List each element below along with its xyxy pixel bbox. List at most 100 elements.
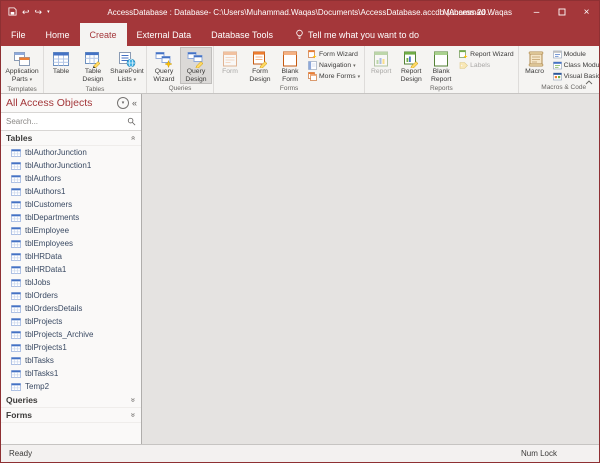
table-icon bbox=[11, 187, 21, 196]
table-icon bbox=[11, 291, 21, 300]
tell-me-box[interactable]: Tell me what you want to do bbox=[295, 23, 419, 46]
query-wizard-button[interactable]: Query Wizard bbox=[148, 47, 180, 84]
table-item[interactable]: tblHRData bbox=[1, 250, 141, 263]
more-forms-icon bbox=[308, 72, 317, 81]
table-item[interactable]: tblHRData1 bbox=[1, 263, 141, 276]
query-design-button[interactable]: Query Design bbox=[180, 47, 212, 84]
navigation-button[interactable]: Navigation ▾ bbox=[305, 60, 363, 71]
application-parts-button[interactable]: Application Parts ▾ bbox=[2, 47, 42, 85]
more-forms-button[interactable]: More Forms ▾ bbox=[305, 71, 363, 82]
ribbon-group-forms: Form Form Design Blank Form Form Wizard bbox=[214, 46, 366, 93]
sharepoint-lists-button[interactable]: SharePoint Lists ▾ bbox=[109, 47, 145, 85]
tab-external-data[interactable]: External Data bbox=[127, 23, 202, 46]
access-window: ↩ ↪ ▾ AccessDatabase : Database- C:\User… bbox=[0, 0, 600, 463]
table-item[interactable]: tblTasks bbox=[1, 354, 141, 367]
table-button[interactable]: Table bbox=[45, 47, 77, 85]
undo-button[interactable]: ↩ bbox=[22, 7, 30, 17]
ribbon-group-reports: Report Report Design Blank Report Report… bbox=[365, 46, 519, 93]
tab-file[interactable]: File bbox=[1, 23, 36, 46]
user-name[interactable]: Muhammad Waqas bbox=[443, 8, 512, 17]
module-icon bbox=[552, 50, 562, 59]
redo-button[interactable]: ↪ bbox=[35, 7, 43, 17]
table-item[interactable]: tblTasks1 bbox=[1, 367, 141, 380]
tab-database-tools[interactable]: Database Tools bbox=[201, 23, 283, 46]
section-forms[interactable]: Forms « bbox=[1, 408, 141, 423]
table-icon bbox=[11, 278, 21, 287]
table-icon bbox=[11, 213, 21, 222]
table-item[interactable]: tblJobs bbox=[1, 276, 141, 289]
tab-home[interactable]: Home bbox=[36, 23, 80, 46]
blank-report-button[interactable]: Blank Report bbox=[426, 47, 456, 84]
section-queries[interactable]: Queries « bbox=[1, 393, 141, 408]
maximize-button[interactable] bbox=[549, 1, 574, 23]
table-item[interactable]: tblProjects_Archive bbox=[1, 328, 141, 341]
ribbon-group-templates: Application Parts ▾ Templates bbox=[1, 46, 44, 93]
labels-button[interactable]: Labels bbox=[456, 60, 516, 71]
blank-form-button[interactable]: Blank Form bbox=[275, 47, 305, 84]
title-bar: ↩ ↪ ▾ AccessDatabase : Database- C:\User… bbox=[1, 1, 599, 23]
section-tables[interactable]: Tables « bbox=[1, 131, 141, 146]
table-item-label: tblOrdersDetails bbox=[25, 304, 83, 313]
table-item[interactable]: tblAuthors bbox=[1, 172, 141, 185]
report-design-button[interactable]: Report Design bbox=[396, 47, 426, 84]
table-item[interactable]: tblAuthorJunction bbox=[1, 146, 141, 159]
table-icon bbox=[11, 148, 21, 157]
search-input[interactable] bbox=[6, 117, 127, 126]
table-icon bbox=[11, 252, 21, 261]
qat-customize-button[interactable]: ▾ bbox=[47, 7, 50, 17]
minimize-button[interactable]: – bbox=[524, 1, 549, 23]
save-icon bbox=[8, 6, 17, 16]
table-item-label: tblTasks bbox=[25, 356, 54, 365]
report-button[interactable]: Report bbox=[366, 47, 396, 84]
form-wizard-button[interactable]: Form Wizard bbox=[305, 49, 363, 60]
form-design-button[interactable]: Form Design bbox=[245, 47, 275, 84]
collapse-ribbon-button[interactable] bbox=[585, 72, 593, 90]
table-icon bbox=[11, 200, 21, 209]
tab-create[interactable]: Create bbox=[79, 23, 127, 46]
expand-section-icon: « bbox=[127, 397, 137, 403]
nav-pane-empty-space bbox=[1, 423, 141, 444]
table-item[interactable]: tblAuthors1 bbox=[1, 185, 141, 198]
navigation-icon bbox=[308, 61, 317, 70]
table-item[interactable]: tblEmployee bbox=[1, 224, 141, 237]
close-button[interactable]: × bbox=[574, 1, 599, 23]
shutter-bar-button[interactable]: « bbox=[132, 98, 137, 108]
macro-icon bbox=[528, 51, 543, 67]
table-item[interactable]: Temp2 bbox=[1, 380, 141, 393]
table-icon bbox=[11, 317, 21, 326]
table-item-label: tblAuthors1 bbox=[25, 187, 66, 196]
table-item-label: tblJobs bbox=[25, 278, 51, 287]
query-wizard-icon bbox=[155, 52, 173, 68]
module-button[interactable]: Module bbox=[550, 49, 599, 60]
table-item[interactable]: tblProjects1 bbox=[1, 341, 141, 354]
table-item[interactable]: tblOrdersDetails bbox=[1, 302, 141, 315]
navigation-pane: All Access Objects ▾ « Tables « tblAutho… bbox=[1, 94, 142, 444]
table-design-button[interactable]: Table Design bbox=[77, 47, 109, 85]
quick-access-toolbar: ↩ ↪ ▾ bbox=[1, 6, 50, 18]
macro-button[interactable]: Macro bbox=[520, 47, 550, 83]
nav-menu-button[interactable]: ▾ bbox=[116, 97, 129, 109]
table-item[interactable]: tblCustomers bbox=[1, 198, 141, 211]
class-module-button[interactable]: Class Module bbox=[550, 60, 599, 71]
ribbon: Application Parts ▾ Templates Table Tabl… bbox=[1, 46, 599, 94]
form-button[interactable]: Form bbox=[215, 47, 245, 84]
report-wizard-button[interactable]: Report Wizard bbox=[456, 49, 516, 60]
save-button[interactable] bbox=[8, 6, 17, 18]
table-icon bbox=[11, 226, 21, 235]
tables-list: tblAuthorJunction tblAuthorJunction1 tbl… bbox=[1, 146, 141, 393]
table-item[interactable]: tblOrders bbox=[1, 289, 141, 302]
table-item-label: tblTasks1 bbox=[25, 369, 59, 378]
table-item[interactable]: tblDepartments bbox=[1, 211, 141, 224]
status-bar: Ready Num Lock bbox=[1, 444, 599, 462]
table-design-icon bbox=[85, 52, 101, 68]
table-icon bbox=[11, 382, 21, 391]
table-item-label: tblAuthorJunction1 bbox=[25, 161, 92, 170]
search-icon[interactable] bbox=[127, 117, 136, 126]
report-design-icon bbox=[404, 51, 419, 68]
table-item[interactable]: tblAuthorJunction1 bbox=[1, 159, 141, 172]
table-item[interactable]: tblProjects bbox=[1, 315, 141, 328]
table-icon bbox=[11, 174, 21, 183]
table-item[interactable]: tblEmployees bbox=[1, 237, 141, 250]
expand-section-icon: « bbox=[127, 412, 137, 418]
table-item-label: tblHRData1 bbox=[25, 265, 67, 274]
